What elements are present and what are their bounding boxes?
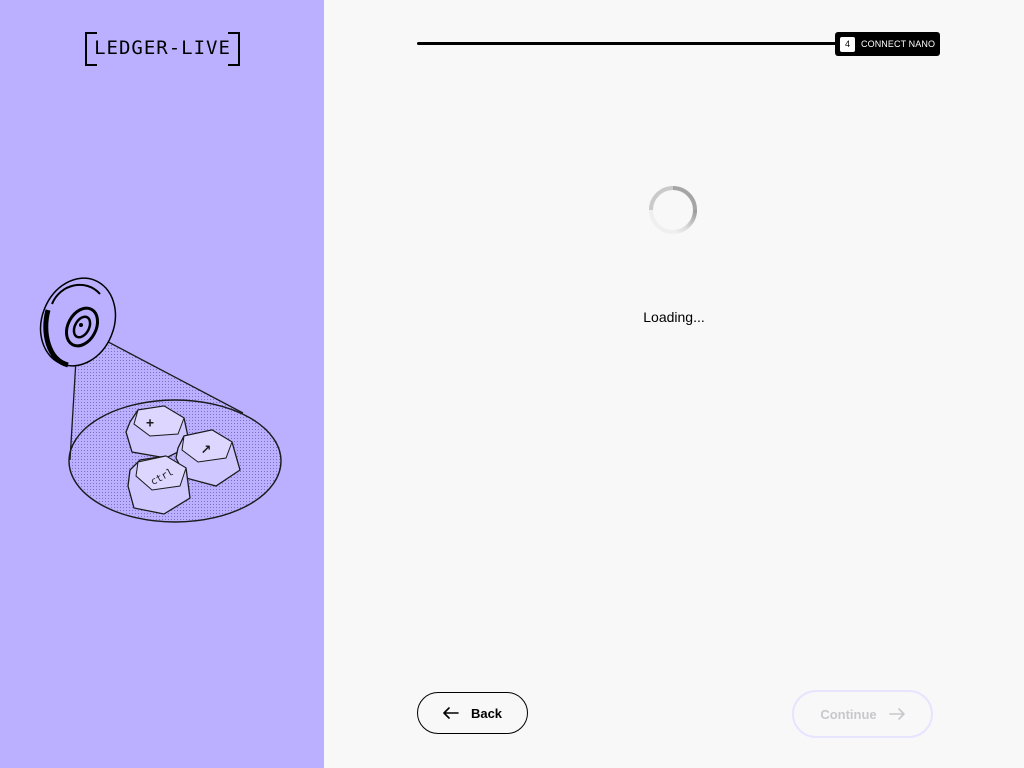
continue-button[interactable]: Continue <box>792 690 933 738</box>
continue-button-label: Continue <box>820 706 877 722</box>
keycap-arrow-label: ↗ <box>201 443 212 458</box>
brand-panel: LEDGER-LIVE + ↗ ctrl <box>0 0 324 768</box>
step-label: CONNECT NANO <box>861 39 936 49</box>
ledger-live-logo: LEDGER-LIVE <box>85 32 240 66</box>
arrow-left-icon <box>443 707 459 719</box>
current-step-badge: 4 CONNECT NANO <box>835 32 941 56</box>
back-button-label: Back <box>470 705 503 721</box>
keycap-plus-label: + <box>146 416 154 431</box>
loading-status-text: Loading... <box>643 309 705 325</box>
arrow-right-icon <box>888 708 905 720</box>
back-button[interactable]: Back <box>417 692 528 734</box>
logo-text: LEDGER-LIVE <box>94 37 231 59</box>
onboarding-progress-bar <box>417 42 837 45</box>
step-number: 4 <box>840 36 855 52</box>
loading-spinner-icon <box>649 186 697 234</box>
onboarding-content: 4 CONNECT NANO Loading... Back Continue <box>324 0 1024 768</box>
logo-bracket-right <box>228 32 240 66</box>
keyboard-shortcut-illustration: + ↗ ctrl <box>39 277 282 523</box>
